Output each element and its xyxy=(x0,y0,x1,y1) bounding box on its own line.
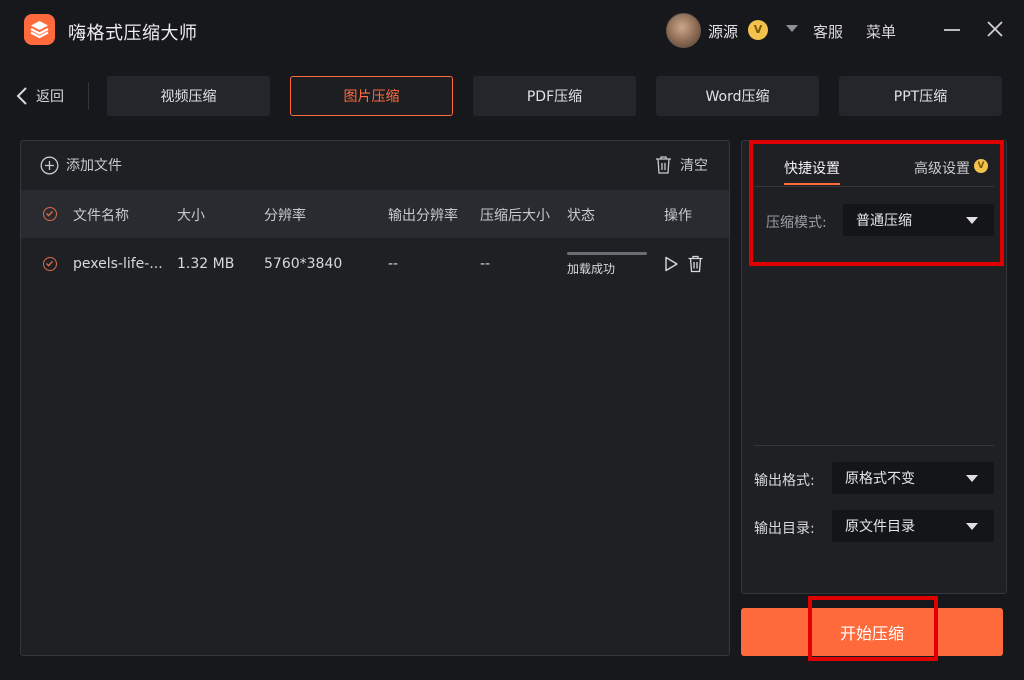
tab-pdf-compress[interactable]: PDF压缩 xyxy=(473,76,636,116)
trash-icon xyxy=(656,156,671,174)
tab-video-compress[interactable]: 视频压缩 xyxy=(107,76,270,116)
select-all-checkbox[interactable] xyxy=(43,207,57,221)
row-resolution: 5760*3840 xyxy=(264,256,343,272)
col-header-output-resolution: 输出分辨率 xyxy=(388,208,458,224)
user-avatar[interactable] xyxy=(666,13,701,48)
row-status: 加载成功 xyxy=(567,262,616,276)
row-checkbox[interactable] xyxy=(43,257,57,271)
settings-bottom-divider xyxy=(754,445,994,446)
vip-badge-icon: V xyxy=(974,159,988,173)
output-dir-value: 原文件目录 xyxy=(845,519,915,535)
start-compress-button[interactable]: 开始压缩 xyxy=(741,608,1003,656)
tab-image-compress[interactable]: 图片压缩 xyxy=(290,76,453,116)
tab-ppt-compress[interactable]: PPT压缩 xyxy=(839,76,1002,116)
output-format-select[interactable]: 原格式不变 xyxy=(832,462,994,494)
add-file-label: 添加文件 xyxy=(66,158,122,174)
nav-divider xyxy=(88,82,89,110)
back-button[interactable]: 返回 xyxy=(16,82,64,110)
output-format-value: 原格式不变 xyxy=(845,471,915,487)
row-output-resolution: -- xyxy=(388,256,399,272)
row-compressed-size: -- xyxy=(480,256,491,272)
col-header-compressed-size: 压缩后大小 xyxy=(480,208,550,224)
row-size: 1.32 MB xyxy=(177,256,235,272)
back-label: 返回 xyxy=(36,89,64,105)
col-header-status: 状态 xyxy=(567,208,595,224)
col-header-filename: 文件名称 xyxy=(73,208,129,224)
chevron-down-icon xyxy=(966,523,978,530)
chevron-left-icon xyxy=(16,87,27,105)
delete-row-trash-icon[interactable] xyxy=(687,255,704,273)
user-name[interactable]: 源源 xyxy=(708,21,738,42)
output-dir-select[interactable]: 原文件目录 xyxy=(832,510,994,542)
menu-link[interactable]: 菜单 xyxy=(866,21,896,42)
app-window: 嗨格式压缩大师 源源 V 客服 菜单 返回 视频压缩 图片压缩 PDF压缩 Wo… xyxy=(0,0,1024,680)
row-progress-bar xyxy=(567,252,647,255)
chevron-down-icon xyxy=(966,475,978,482)
clear-button[interactable]: 清空 xyxy=(654,154,708,176)
minimize-icon[interactable] xyxy=(940,18,964,42)
close-icon[interactable] xyxy=(983,17,1007,41)
compress-mode-value: 普通压缩 xyxy=(856,213,912,229)
play-icon[interactable] xyxy=(663,256,679,272)
tab-word-compress[interactable]: Word压缩 xyxy=(656,76,819,116)
tab-active-underline xyxy=(784,183,840,185)
compress-mode-label: 压缩模式: xyxy=(766,215,827,231)
plus-circle-icon xyxy=(40,156,59,174)
app-title: 嗨格式压缩大师 xyxy=(68,23,198,44)
output-dir-label: 输出目录: xyxy=(754,521,815,537)
vip-badge-icon: V xyxy=(748,20,768,40)
user-dropdown-caret-icon[interactable] xyxy=(786,25,798,32)
compress-mode-select[interactable]: 普通压缩 xyxy=(843,204,994,236)
row-filename: pexels-life-... xyxy=(73,256,163,272)
tab-quick-settings[interactable]: 快捷设置 xyxy=(784,158,840,178)
app-logo-icon xyxy=(24,14,55,45)
customer-service-link[interactable]: 客服 xyxy=(813,21,843,42)
col-header-resolution: 分辨率 xyxy=(264,208,306,224)
chevron-down-icon xyxy=(966,217,978,224)
tab-advanced-settings[interactable]: 高级设置 xyxy=(914,158,970,178)
col-header-actions: 操作 xyxy=(664,208,692,224)
row-progress-fill xyxy=(567,252,647,255)
output-format-label: 输出格式: xyxy=(754,473,815,489)
col-header-size: 大小 xyxy=(177,208,205,224)
clear-label: 清空 xyxy=(680,158,708,174)
settings-tab-divider xyxy=(754,186,994,187)
add-file-button[interactable]: 添加文件 xyxy=(40,154,122,176)
